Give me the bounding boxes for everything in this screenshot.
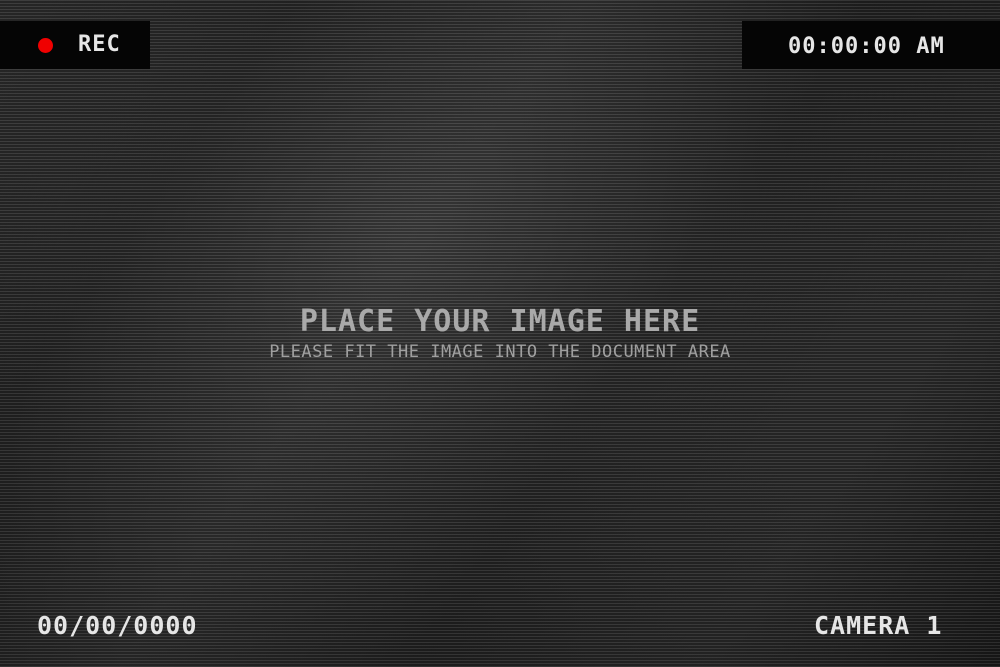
camera-label: CAMERA 1 [814, 611, 943, 640]
record-dot-icon [38, 38, 53, 53]
placeholder-subtitle: PLEASE FIT THE IMAGE INTO THE DOCUMENT A… [269, 342, 731, 362]
rec-label: REC [78, 32, 121, 57]
date-label: 00/00/0000 [37, 611, 198, 640]
time-label: 00:00:00 AM [788, 34, 945, 59]
camcorder-viewfinder: REC 00:00:00 AM PLACE YOUR IMAGE HERE PL… [0, 0, 1000, 667]
placeholder-title: PLACE YOUR IMAGE HERE [299, 304, 701, 339]
rec-indicator-box [0, 21, 150, 69]
